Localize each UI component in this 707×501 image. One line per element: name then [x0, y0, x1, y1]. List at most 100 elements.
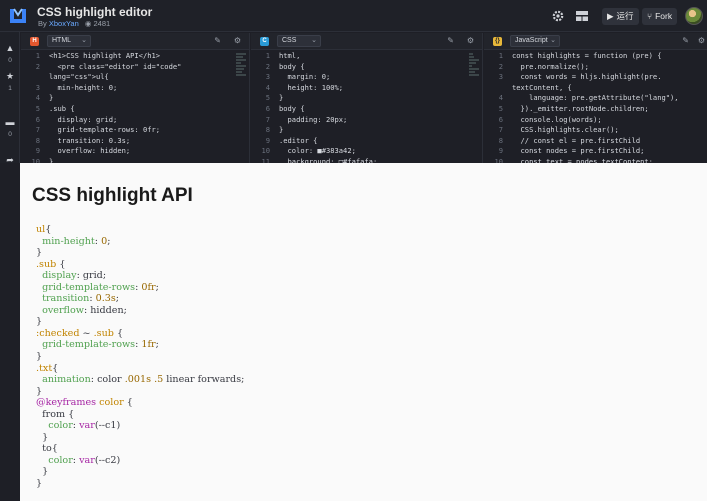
- code-line[interactable]: 3 min-height: 0;: [21, 83, 237, 94]
- code-token: grid-template-rows: [36, 281, 136, 293]
- line-number: [484, 83, 512, 94]
- code-line[interactable]: 9 overflow: hidden;: [21, 146, 237, 157]
- pane-settings-icon[interactable]: ⚙: [467, 36, 474, 45]
- code-token: }: [36, 466, 49, 478]
- code-line[interactable]: 3 const words = hljs.highlight(pre.: [484, 72, 695, 83]
- line-number: 9: [265, 135, 270, 145]
- code-text: transition: 0.3s;: [49, 135, 131, 145]
- js-language-select[interactable]: JavaScript ⌄: [510, 35, 560, 47]
- code-line[interactable]: 5}: [251, 93, 470, 104]
- code-token: }: [36, 351, 43, 363]
- line-number: 6: [265, 103, 270, 113]
- star-button[interactable]: ★ 1: [0, 66, 20, 92]
- code-line[interactable]: 4 height: 100%;: [251, 83, 470, 94]
- line-number: 8: [265, 125, 270, 135]
- avatar[interactable]: [685, 7, 703, 25]
- code-line[interactable]: 6 body {: [251, 104, 470, 115]
- code-token: color: [36, 420, 73, 432]
- code-token: ;: [241, 374, 245, 386]
- code-token: }: [36, 478, 43, 490]
- code-line[interactable]: 10 color: ■#383a42;: [251, 146, 470, 157]
- code-line[interactable]: 9 .editor {: [251, 136, 470, 147]
- code-token: .sub: [93, 327, 114, 339]
- html-minimap[interactable]: [236, 53, 246, 85]
- pane-settings-icon[interactable]: ⚙: [698, 36, 705, 45]
- code-token: .sub: [36, 258, 57, 270]
- code-line[interactable]: 7 CSS.highlights.clear();: [484, 125, 695, 136]
- css-language-select[interactable]: CSS ⌄: [277, 35, 321, 47]
- code-token: ;: [155, 339, 159, 351]
- code-text: pre.normalize();: [512, 61, 589, 71]
- code-line[interactable]: 1 const highlights = function (pre) {: [484, 51, 695, 62]
- run-button[interactable]: ▶ 运行: [602, 8, 639, 25]
- line-number: 7: [35, 125, 40, 135]
- code-line[interactable]: textContent, {: [484, 83, 695, 94]
- line-number: 5: [498, 103, 503, 113]
- code-text: }: [49, 93, 54, 103]
- code-token: --c1: [98, 420, 117, 432]
- code-line[interactable]: 9 const nodes = pre.firstChild;: [484, 146, 695, 157]
- code-line[interactable]: 8 // const el = pre.firstChild: [484, 136, 695, 147]
- format-icon[interactable]: ✎: [447, 36, 454, 45]
- format-icon[interactable]: ✎: [214, 36, 221, 45]
- html-language-select[interactable]: HTML ⌄: [47, 35, 91, 47]
- code-line[interactable]: 2 body {: [251, 62, 470, 73]
- like-button[interactable]: ▲ 0: [0, 38, 20, 64]
- code-line[interactable]: 1 <h1>CSS highlight API</h1>: [21, 51, 237, 62]
- code-token: }: [36, 431, 49, 443]
- js-badge-icon: {}: [493, 37, 502, 46]
- code-token: {: [56, 258, 66, 270]
- code-line[interactable]: 6 console.log(words);: [484, 115, 695, 126]
- code-token: {: [113, 327, 124, 339]
- code-line[interactable]: 8}: [251, 125, 470, 136]
- code-token: min-height: [36, 235, 95, 247]
- js-pane-header: {} JavaScript ⌄ ✎ ⚙: [484, 33, 707, 50]
- preview-code-line: transition: 0.3s;: [36, 293, 244, 305]
- css-code-editor[interactable]: 1 html, 2 body {3 margin: 0; 4 height: 100%;…: [251, 51, 470, 163]
- code-token: color: [36, 454, 73, 466]
- code-token: linear forwards: [163, 374, 242, 386]
- code-line[interactable]: 8 transition: 0.3s;: [21, 136, 237, 147]
- html-language-value: HTML: [52, 37, 72, 44]
- code-token: color: [99, 397, 124, 409]
- code-text: }: [279, 125, 284, 135]
- line-number: 4: [35, 93, 40, 103]
- share-button[interactable]: ➦: [0, 150, 20, 168]
- code-line[interactable]: 3 margin: 0;: [251, 72, 470, 83]
- line-number: 8: [498, 135, 503, 145]
- js-code-editor[interactable]: 1 const highlights = function (pre) {2 pr…: [484, 51, 695, 163]
- logo-icon[interactable]: [8, 7, 28, 25]
- code-line[interactable]: 1 html,: [251, 51, 470, 62]
- code-line[interactable]: 7 padding: 20px;: [251, 115, 470, 126]
- layout-icon[interactable]: [575, 9, 589, 23]
- code-line[interactable]: 2 pre.normalize();: [484, 62, 695, 73]
- code-line[interactable]: 5 .sub {: [21, 104, 237, 115]
- code-line[interactable]: 4 language: pre.getAttribute("lang"),: [484, 93, 695, 104]
- format-icon[interactable]: ✎: [682, 36, 689, 45]
- code-line[interactable]: 5 })._emitter.rootNode.children;: [484, 104, 695, 115]
- line-number: 7: [498, 125, 503, 135]
- code-token: color: [97, 374, 125, 386]
- pane-settings-icon[interactable]: ⚙: [234, 36, 241, 45]
- line-number: 5: [35, 103, 40, 113]
- code-token: }: [36, 385, 43, 397]
- author-link[interactable]: XboxYan: [49, 19, 79, 28]
- code-line[interactable]: lang="css">ul{: [21, 72, 237, 83]
- fork-button[interactable]: ⑂ Fork: [642, 8, 678, 25]
- line-number: 3: [265, 72, 270, 82]
- preview-code-line: .txt{: [36, 363, 244, 375]
- css-minimap[interactable]: [469, 53, 479, 85]
- code-line[interactable]: 2 <pre class="editor" id="code": [21, 62, 237, 73]
- gear-icon[interactable]: [551, 9, 565, 23]
- code-line[interactable]: 4}: [21, 93, 237, 104]
- preview-code-line: grid-template-rows: 1fr;: [36, 339, 244, 351]
- comment-button[interactable]: ▬ 0: [0, 112, 20, 138]
- html-code-editor[interactable]: 1 <h1>CSS highlight API</h1> 2 <pre class=…: [21, 51, 237, 163]
- code-text: html,: [279, 51, 301, 60]
- code-text: }: [279, 93, 284, 103]
- code-text: body {: [279, 103, 305, 113]
- preview-code-block[interactable]: ul{ min-height: 0;} .sub { display: grid;…: [36, 224, 244, 490]
- code-line[interactable]: 6 display: grid;: [21, 115, 237, 126]
- code-line[interactable]: 7 grid-template-rows: 0fr;: [21, 125, 237, 136]
- preview-code-line: color: var(--c1): [36, 420, 244, 432]
